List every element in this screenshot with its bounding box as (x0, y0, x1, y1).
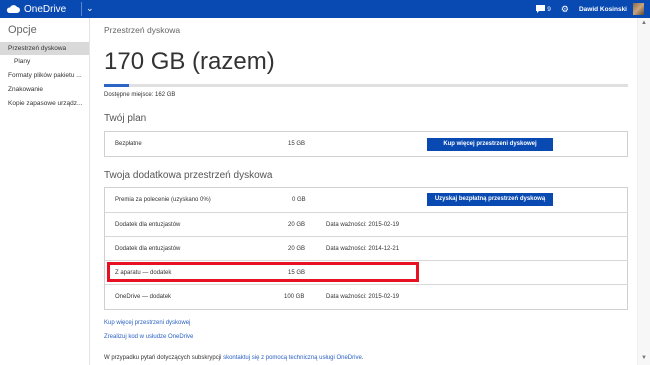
avatar[interactable] (633, 3, 644, 15)
extra-name: Dodatek dla entuzjastów (115, 246, 181, 252)
onedrive-logo[interactable]: OneDrive (6, 0, 66, 18)
brand-name: OneDrive (24, 3, 67, 15)
sidebar-item-tagging[interactable]: Znakowanie (0, 83, 89, 96)
extra-size: 20 GB (288, 222, 306, 228)
scroll-up-icon[interactable]: ▲ (641, 20, 647, 26)
extra-name: OneDrive — dodatek (115, 294, 172, 300)
footnote: W przypadku pytań dotyczących subskrypcj… (104, 355, 363, 361)
usage-bar-fill (104, 84, 129, 87)
sidebar-title: Opcje (8, 24, 37, 36)
usage-bar (104, 84, 628, 87)
extra-size: 20 GB (288, 246, 306, 252)
sidebar-item-plans[interactable]: Plany (0, 55, 89, 68)
support-link[interactable]: skontaktuj się z pomocą techniczną usług… (223, 355, 362, 361)
total-storage: 170 GB (razem) (104, 48, 275, 75)
messages-icon[interactable] (536, 5, 546, 13)
brand-divider (81, 2, 82, 16)
plan-size: 15 GB (288, 141, 306, 147)
page-title: Przestrzeń dyskowa (104, 25, 181, 35)
gear-icon[interactable]: ⚙ (561, 4, 569, 15)
redeem-code-link[interactable]: Zrealizuj kod w usłudze OneDrive (104, 334, 193, 340)
plan-name: Bezpłatne (115, 141, 142, 147)
sidebar-item-file-formats[interactable]: Formaty plików pakietu ... (0, 69, 89, 82)
extra-row: Dodatek dla entuzjastów 20 GB Data ważno… (105, 212, 627, 236)
extras-box: Premia za polecenie (uzyskano 0%) 0 GB U… (104, 187, 628, 310)
footnote-end: . (361, 355, 364, 361)
available-space: Dostępne miejsce: 162 GB (104, 92, 176, 98)
main-content: Przestrzeń dyskowa 170 GB (razem) Dostęp… (90, 18, 638, 365)
top-bar: OneDrive ⌄ 9 ⚙ Dawid Kosinski (0, 0, 650, 18)
extra-size: 100 GB (284, 294, 305, 300)
extra-row: OneDrive — dodatek 100 GB Data ważności:… (105, 284, 627, 308)
extra-row: Dodatek dla entuzjastów 20 GB Data ważno… (105, 236, 627, 260)
extra-expiry: Data ważności: 2015-02-19 (326, 294, 400, 300)
scroll-down-icon[interactable]: ▼ (641, 355, 647, 361)
plan-heading: Twój plan (104, 113, 147, 124)
sidebar: Opcje Przestrzeń dyskowa Plany Formaty p… (0, 18, 89, 365)
plan-box: Bezpłatne 15 GB Kup więcej przestrzeni d… (104, 131, 628, 157)
extra-heading: Twoja dodatkowa przestrzeń dyskowa (104, 170, 273, 181)
extra-name: Dodatek dla entuzjastów (115, 222, 181, 228)
messages-count: 9 (547, 5, 551, 13)
extra-name: Premia za polecenie (uzyskano 0%) (115, 197, 211, 203)
chevron-down-icon[interactable]: ⌄ (86, 3, 94, 14)
sidebar-item-device-backups[interactable]: Kopie zapasowe urządz... (0, 97, 89, 110)
cloud-icon (6, 5, 20, 13)
plan-row: Bezpłatne 15 GB Kup więcej przestrzeni d… (105, 132, 627, 156)
buy-storage-button[interactable]: Kup więcej przestrzeni dyskowej (427, 138, 553, 151)
footnote-text: W przypadku pytań dotyczących subskrypcj… (104, 355, 222, 361)
sidebar-item-storage[interactable]: Przestrzeń dyskowa (0, 42, 89, 55)
extra-size: 0 GB (292, 197, 306, 203)
extra-expiry: Data ważności: 2015-02-19 (326, 222, 400, 228)
highlight-box (107, 262, 419, 282)
extra-row: Premia za polecenie (uzyskano 0%) 0 GB U… (105, 188, 627, 212)
user-name[interactable]: Dawid Kosinski (579, 6, 627, 13)
scrollbar[interactable] (637, 18, 650, 365)
extra-expiry: Data ważności: 2014-12-21 (326, 246, 400, 252)
get-free-storage-button[interactable]: Uzyskaj bezpłatną przestrzeń dyskową (427, 193, 553, 206)
buy-storage-link[interactable]: Kup więcej przestrzeni dyskowej (104, 320, 190, 326)
